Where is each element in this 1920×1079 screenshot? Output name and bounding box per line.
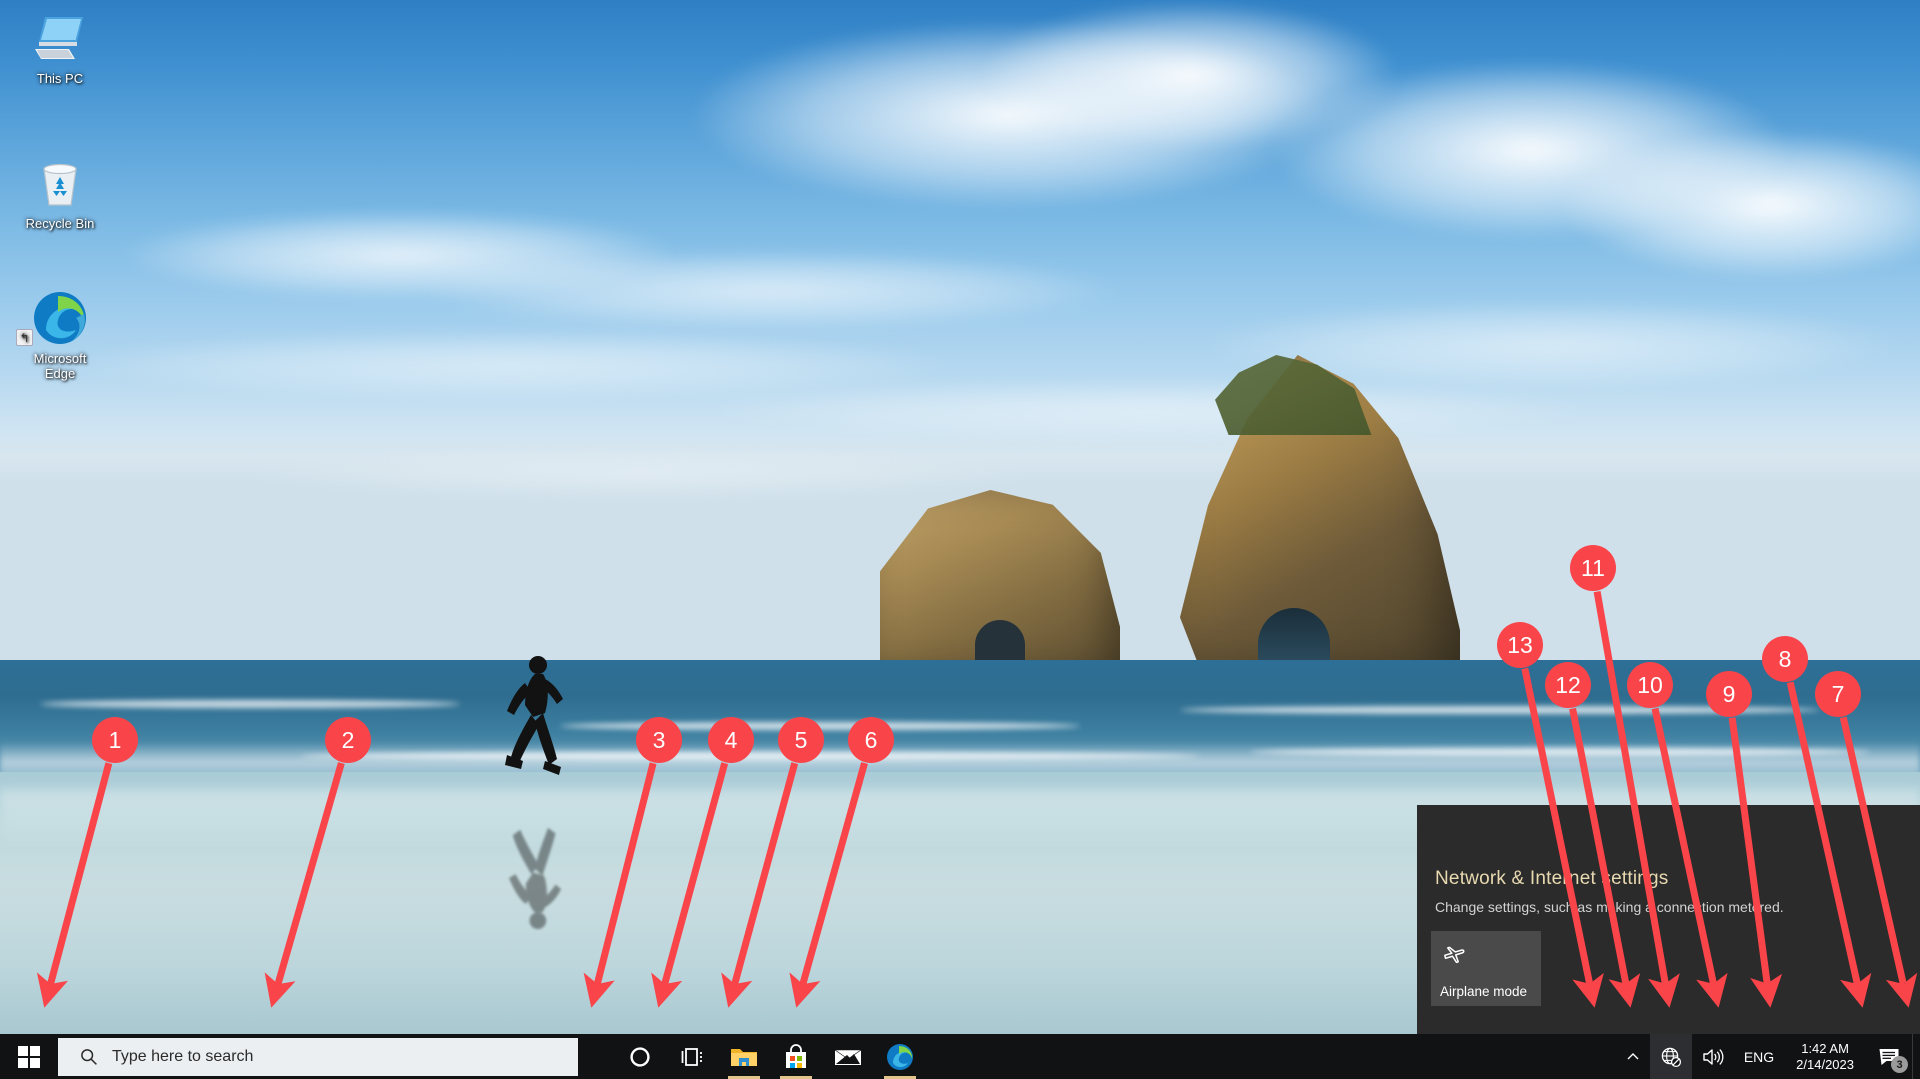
speaker-icon — [1702, 1047, 1724, 1067]
show-desktop-button[interactable] — [1912, 1034, 1920, 1079]
start-button[interactable] — [0, 1034, 58, 1079]
cortana-circle-icon — [629, 1046, 651, 1068]
taskbar-button-edge[interactable] — [874, 1034, 926, 1079]
system-tray: ENG 1:42 AM 2/14/2023 3 — [1616, 1034, 1920, 1079]
tray-clock[interactable]: 1:42 AM 2/14/2023 — [1784, 1041, 1866, 1073]
shortcut-overlay-icon: ↰ — [16, 329, 33, 346]
clock-time: 1:42 AM — [1796, 1041, 1854, 1057]
this-pc-icon — [8, 10, 112, 66]
folder-icon — [730, 1045, 758, 1069]
network-flyout-panel[interactable]: Network & Internet settings Change setti… — [1417, 805, 1920, 1038]
desktop-icon-label: Microsoft Edge — [8, 351, 112, 381]
cloud-shape — [700, 380, 1600, 440]
search-placeholder: Type here to search — [112, 1048, 253, 1066]
taskbar-button-cortana[interactable] — [614, 1034, 666, 1079]
desktop-icon-this-pc[interactable]: This PC — [8, 10, 112, 86]
foam-line — [1180, 706, 1820, 714]
tray-language-indicator[interactable]: ENG — [1734, 1034, 1784, 1079]
globe-no-connection-icon — [1660, 1046, 1682, 1068]
taskbar-button-microsoft-store[interactable] — [770, 1034, 822, 1079]
taskbar-button-file-explorer[interactable] — [718, 1034, 770, 1079]
tray-overflow-button[interactable] — [1616, 1034, 1650, 1079]
airplane-mode-tile[interactable]: Airplane mode — [1431, 931, 1541, 1006]
desktop-screen: This PC Recycle Bin ↰ — [0, 0, 1920, 1079]
desktop-icon-microsoft-edge[interactable]: ↰ Microsoft Edge — [8, 290, 112, 381]
task-view-icon — [680, 1046, 704, 1068]
mail-envelope-icon — [834, 1046, 862, 1068]
foam-line — [1250, 748, 1870, 756]
windows-logo-icon — [18, 1046, 40, 1068]
foam-line — [560, 722, 1080, 730]
tray-volume-button[interactable] — [1692, 1034, 1734, 1079]
cloud-shape — [240, 450, 1040, 500]
runner-silhouette — [505, 655, 567, 795]
store-bag-icon — [783, 1044, 809, 1070]
chevron-up-icon — [1626, 1050, 1640, 1064]
search-icon — [80, 1048, 98, 1066]
airplane-mode-label: Airplane mode — [1440, 984, 1527, 999]
taskbar-search-box[interactable]: Type here to search — [58, 1038, 578, 1076]
edge-icon — [886, 1043, 914, 1071]
desktop-icon-recycle-bin[interactable]: Recycle Bin — [8, 155, 112, 231]
clock-date: 2/14/2023 — [1796, 1057, 1854, 1073]
cloud-shape — [420, 250, 1120, 330]
recycle-bin-icon — [8, 155, 112, 211]
desktop-icon-label: This PC — [8, 71, 112, 86]
foam-line — [300, 752, 1200, 760]
tray-notification-button[interactable]: 3 — [1866, 1034, 1912, 1079]
taskbar-button-mail[interactable] — [822, 1034, 874, 1079]
airplane-icon — [1441, 941, 1467, 967]
runner-reflection — [505, 800, 567, 930]
notification-badge: 3 — [1891, 1056, 1908, 1073]
tray-network-button[interactable] — [1650, 1034, 1692, 1079]
taskbar: Type here to search — [0, 1034, 1920, 1079]
desktop-icon-label: Recycle Bin — [8, 216, 112, 231]
taskbar-button-task-view[interactable] — [666, 1034, 718, 1079]
network-settings-link[interactable]: Network & Internet settings — [1435, 868, 1669, 890]
edge-icon: ↰ — [8, 290, 112, 346]
foam-line — [40, 700, 460, 708]
network-settings-description: Change settings, such as making a connec… — [1435, 899, 1784, 915]
